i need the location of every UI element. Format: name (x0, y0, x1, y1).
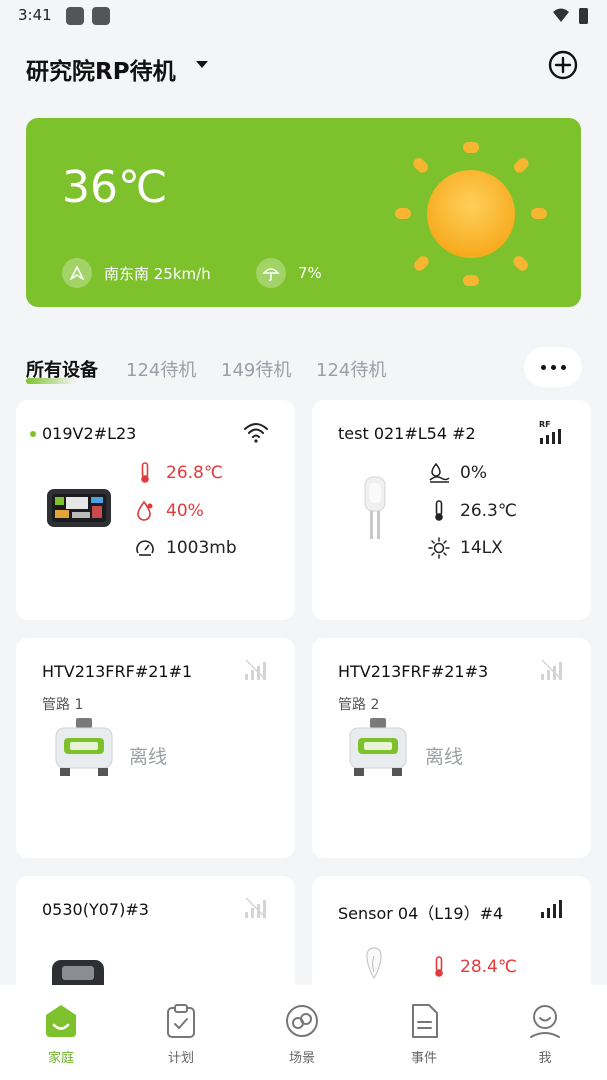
tab-group-2[interactable]: 149待机 (221, 356, 291, 382)
light-reading: 14LX (428, 537, 503, 559)
device-name: 0530(Y07)#3 (42, 900, 149, 919)
device-name: HTV213FRF#21#1 (42, 662, 193, 681)
device-name: 019V2#L23 (42, 424, 137, 443)
thermometer-icon (134, 462, 156, 484)
pipe-label: 管路 2 (338, 697, 380, 713)
wind-text: 南东南 25km/h (104, 264, 211, 283)
gauge-icon (134, 537, 156, 559)
chevron-down-icon[interactable] (196, 61, 208, 68)
device-card[interactable]: 019V2#L23 26.8℃ 40% 1003mb (16, 400, 295, 620)
user-profile-icon (530, 1005, 560, 1038)
status-time: 3:41 (18, 6, 52, 24)
device-card[interactable]: HTV213FRF#21#1 管路 1 离线 (16, 638, 295, 858)
signal-offline-icon (245, 897, 267, 919)
tab-active-indicator (26, 378, 76, 384)
nav-scene[interactable]: 场景 (262, 985, 342, 1080)
online-indicator (30, 431, 36, 437)
tab-group-3[interactable]: 124待机 (316, 356, 386, 382)
device-card[interactable]: HTV213FRF#21#3 管路 2 离线 (312, 638, 591, 858)
weather-station-device-image (47, 489, 111, 527)
wifi-icon (244, 423, 268, 443)
humidity-reading: 40% (134, 500, 204, 522)
notification-icon (66, 7, 84, 25)
device-group-tabs: 所有设备 124待机 149待机 124待机 (26, 350, 566, 390)
signal-offline-icon (245, 659, 267, 681)
weather-temperature: 36℃ (62, 162, 168, 213)
soil-sensor-device-image (364, 476, 386, 539)
nav-me[interactable]: 我 (505, 985, 585, 1080)
status-bar: 3:41 (0, 0, 607, 34)
scene-icon (286, 1005, 318, 1037)
offline-status: 离线 (425, 746, 464, 768)
offline-status: 离线 (129, 746, 168, 768)
weather-card[interactable]: 36℃ 南东南 25km/h 7% (26, 118, 581, 307)
humidity-drop-icon (134, 500, 156, 522)
umbrella-icon (256, 258, 286, 288)
temperature-reading: 26.8℃ (134, 462, 223, 484)
device-name: HTV213FRF#21#3 (338, 662, 489, 681)
pipe-label: 管路 1 (42, 697, 84, 713)
device-card[interactable]: test 021#L54 #2 RF 0% 26.3℃ 14LX (312, 400, 591, 620)
header: 研究院RP待机 (0, 44, 607, 90)
more-options-button[interactable] (524, 347, 582, 387)
device-name: Sensor 04（L19）#4 (338, 904, 504, 923)
nav-home[interactable]: 家庭 (21, 985, 101, 1080)
water-valve-device-image (55, 718, 113, 776)
temperature-reading: 26.3℃ (428, 500, 517, 522)
water-valve-device-image (349, 718, 407, 776)
rain-chance: 7% (298, 264, 322, 282)
home-selector[interactable]: 研究院RP待机 (26, 52, 176, 86)
wifi-battery-icon (553, 8, 588, 24)
sun-icon (395, 142, 547, 286)
tab-group-1[interactable]: 124待机 (126, 356, 196, 382)
thermometer-icon (428, 956, 450, 978)
signal-offline-icon (541, 659, 563, 681)
temperature-reading: 28.4℃ (428, 956, 517, 978)
pressure-reading: 1003mb (134, 537, 237, 559)
wind-direction-icon (62, 258, 92, 288)
bottom-navigation: 家庭 计划 场景 事件 我 (0, 985, 607, 1080)
document-icon (412, 1004, 438, 1038)
wind-info: 南东南 25km/h (62, 258, 211, 288)
moisture-reading: 0% (428, 462, 487, 484)
notification-icon (92, 7, 110, 25)
sun-light-icon (428, 537, 450, 559)
device-name: test 021#L54 #2 (338, 424, 476, 443)
temperature-probe-device-image (366, 947, 382, 980)
clipboard-icon (167, 1004, 195, 1038)
thermometer-icon (428, 500, 450, 522)
signal-strength-icon (541, 900, 562, 918)
nav-plan[interactable]: 计划 (141, 985, 221, 1080)
home-icon (46, 1005, 76, 1037)
rain-info: 7% (256, 258, 322, 288)
nav-event[interactable]: 事件 (384, 985, 464, 1080)
rf-signal-icon: RF (539, 420, 563, 444)
add-device-button[interactable] (547, 49, 579, 81)
soil-moisture-icon (428, 462, 450, 484)
